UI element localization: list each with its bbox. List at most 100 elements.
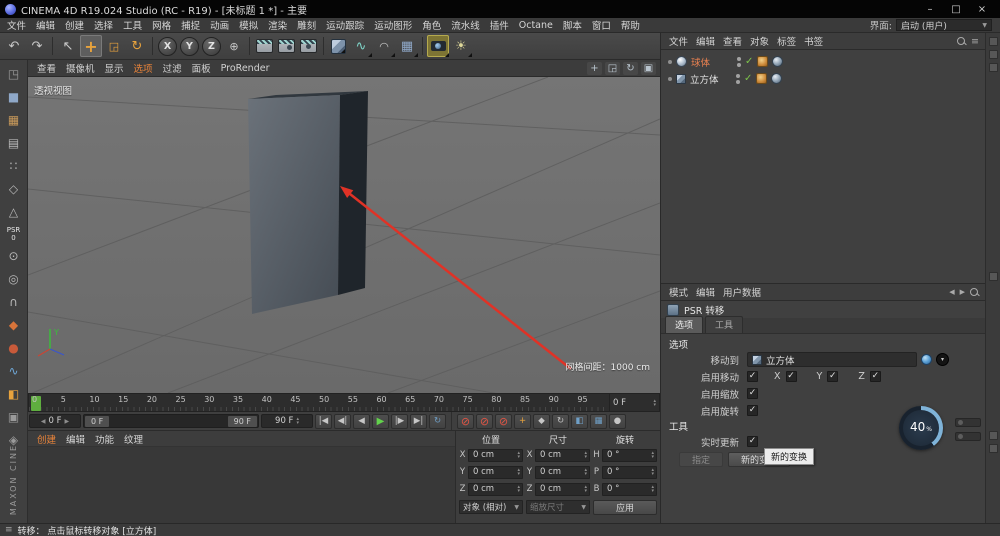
object-name[interactable]: 球体	[691, 55, 725, 69]
record-scale-toggle[interactable]: ◆	[533, 414, 550, 429]
menu-motion-tracker[interactable]: 运动跟踪	[321, 18, 369, 32]
vp-menu-view[interactable]: 查看	[32, 61, 61, 75]
preview-range-slider[interactable]: 0 F 90 F	[83, 414, 259, 428]
timeline-ruler[interactable]: 0 5 10 15 20 25 30 35 40 45 50 55 60 65 …	[28, 393, 610, 412]
frame-end-field[interactable]: 90 F ▴▾	[261, 414, 313, 428]
enable-rotate-checkbox[interactable]: ✓	[747, 405, 758, 416]
size-z-field[interactable]: 0 cm▴▾	[535, 483, 590, 496]
enabled-check-icon[interactable]: ✓	[744, 73, 752, 84]
object-row-cube[interactable]: 立方体 ✓	[661, 70, 985, 87]
rotation-h-field[interactable]: 0 °▴▾	[602, 449, 657, 462]
scale-tool-button[interactable]: ◲	[103, 35, 125, 57]
search-icon[interactable]	[970, 288, 979, 297]
assign-button[interactable]: 指定	[679, 452, 723, 467]
dock-tab-icon[interactable]	[989, 431, 998, 440]
model-mode-icon[interactable]: ■	[4, 88, 24, 106]
spline-arc-button[interactable]: ◠	[373, 35, 395, 57]
frame-start-field[interactable]: ◀ 0 F ▶	[29, 414, 81, 428]
record-pla-toggle[interactable]: ▦	[590, 414, 607, 429]
pan-view-icon[interactable]: +	[587, 62, 602, 75]
rotation-p-field[interactable]: 0 °▴▾	[602, 466, 657, 479]
menu-file[interactable]: 文件	[2, 18, 31, 32]
goto-start-button[interactable]: |◀	[315, 414, 332, 429]
workplane-mode-icon[interactable]: ▤	[4, 134, 24, 152]
phong-tag-icon[interactable]	[771, 73, 782, 84]
coordinate-system-button[interactable]: ⊕	[223, 35, 245, 57]
om-menu-bookmarks[interactable]: 书签	[800, 34, 827, 48]
dock-tab-icon[interactable]	[989, 272, 998, 281]
sculpt-icon[interactable]: ∿	[4, 362, 24, 380]
record-rotation-toggle[interactable]: ↻	[552, 414, 569, 429]
make-editable-icon[interactable]: ◳	[4, 65, 24, 83]
menu-simulate[interactable]: 模拟	[234, 18, 263, 32]
autokeying-button[interactable]: ⊘	[476, 414, 493, 429]
menu-select[interactable]: 选择	[89, 18, 118, 32]
object-name[interactable]: 立方体	[690, 72, 724, 86]
record-parameter-toggle[interactable]: ◧	[571, 414, 588, 429]
realtime-checkbox[interactable]: ✓	[747, 436, 758, 447]
play-backwards-button[interactable]: ◀	[353, 414, 370, 429]
om-menu-edit[interactable]: 编辑	[692, 34, 719, 48]
position-x-field[interactable]: 0 cm▴▾	[468, 449, 523, 462]
arrow-right-icon[interactable]: ▶	[65, 418, 70, 425]
texture-mode-icon[interactable]: ▦	[4, 111, 24, 129]
move-to-link-field[interactable]: 立方体	[747, 352, 917, 367]
camera-button[interactable]	[427, 35, 449, 57]
visibility-dots[interactable]	[737, 57, 741, 67]
size-mode-d­ropdown[interactable]: 缩放尺寸▼	[526, 500, 590, 514]
menu-mesh[interactable]: 网格	[147, 18, 176, 32]
goto-end-button[interactable]: ▶|	[410, 414, 427, 429]
close-button[interactable]: ×	[969, 1, 995, 17]
menu-pipeline[interactable]: 流水线	[446, 18, 485, 32]
polygons-mode-icon[interactable]: △	[4, 203, 24, 221]
sound-toggle[interactable]: ●	[609, 414, 626, 429]
maximize-button[interactable]: □	[943, 1, 969, 17]
tab-options[interactable]: 选项	[665, 316, 703, 333]
om-menu-view[interactable]: 查看	[719, 34, 746, 48]
phong-tag-icon[interactable]	[772, 56, 783, 67]
orbit-view-icon[interactable]: ↻	[623, 62, 638, 75]
apply-button[interactable]: 应用	[593, 500, 657, 515]
render-view-button[interactable]	[256, 39, 273, 53]
dolly-view-icon[interactable]: ◲	[605, 62, 620, 75]
am-menu-mode[interactable]: 模式	[665, 285, 692, 299]
vp-menu-cameras[interactable]: 摄像机	[61, 61, 100, 75]
material-list-area[interactable]	[28, 447, 455, 523]
position-z-field[interactable]: 0 cm▴▾	[468, 483, 523, 496]
menu-plugins[interactable]: 插件	[485, 18, 514, 32]
minimize-button[interactable]: –	[917, 1, 943, 17]
om-menu-file[interactable]: 文件	[665, 34, 692, 48]
sphere-tool-icon[interactable]: ●	[4, 339, 24, 357]
prev-key-button[interactable]: ◀|	[334, 414, 351, 429]
arrow-left-icon[interactable]: ◀	[41, 418, 46, 425]
menu-help[interactable]: 帮助	[616, 18, 645, 32]
uv-edit-icon[interactable]: ◧	[4, 385, 24, 403]
vp-menu-filter[interactable]: 过滤	[158, 61, 187, 75]
range-end-grip[interactable]: 90 F	[228, 416, 257, 427]
search-icon[interactable]	[957, 37, 966, 46]
edges-mode-icon[interactable]: ◇	[4, 180, 24, 198]
dock-tab-icon[interactable]	[989, 444, 998, 453]
live-selection-button[interactable]: ↖	[57, 35, 79, 57]
mini-spinner[interactable]	[955, 418, 981, 427]
next-key-button[interactable]: |▶	[391, 414, 408, 429]
keyframe-selection-button[interactable]: ⊘	[495, 414, 512, 429]
rotation-b-field[interactable]: 0 °▴▾	[602, 483, 657, 496]
dock-tab-icon[interactable]	[989, 63, 998, 72]
record-objects-button[interactable]: ⊘	[457, 414, 474, 429]
layout-icon[interactable]: ▣	[4, 408, 24, 426]
undo-button[interactable]: ↶	[3, 35, 25, 57]
render-to-picture-viewer-button[interactable]	[278, 39, 295, 53]
viewport-solo-icon[interactable]: ◎	[4, 270, 24, 288]
menu-sculpt[interactable]: 雕刻	[292, 18, 321, 32]
vp-menu-display[interactable]: 显示	[100, 61, 129, 75]
dock-tab-icon[interactable]	[989, 50, 998, 59]
light-button[interactable]: ☀	[450, 35, 472, 57]
position-y-field[interactable]: 0 cm▴▾	[468, 466, 523, 479]
vp-menu-options[interactable]: 选项	[129, 61, 158, 75]
cube-object[interactable]	[248, 91, 368, 314]
enabled-check-icon[interactable]: ✓	[745, 56, 753, 67]
spin-down-icon[interactable]: ▾	[653, 403, 656, 407]
lock-z-axis-button[interactable]: Z	[202, 37, 221, 56]
tab-tool[interactable]: 工具	[705, 316, 743, 333]
